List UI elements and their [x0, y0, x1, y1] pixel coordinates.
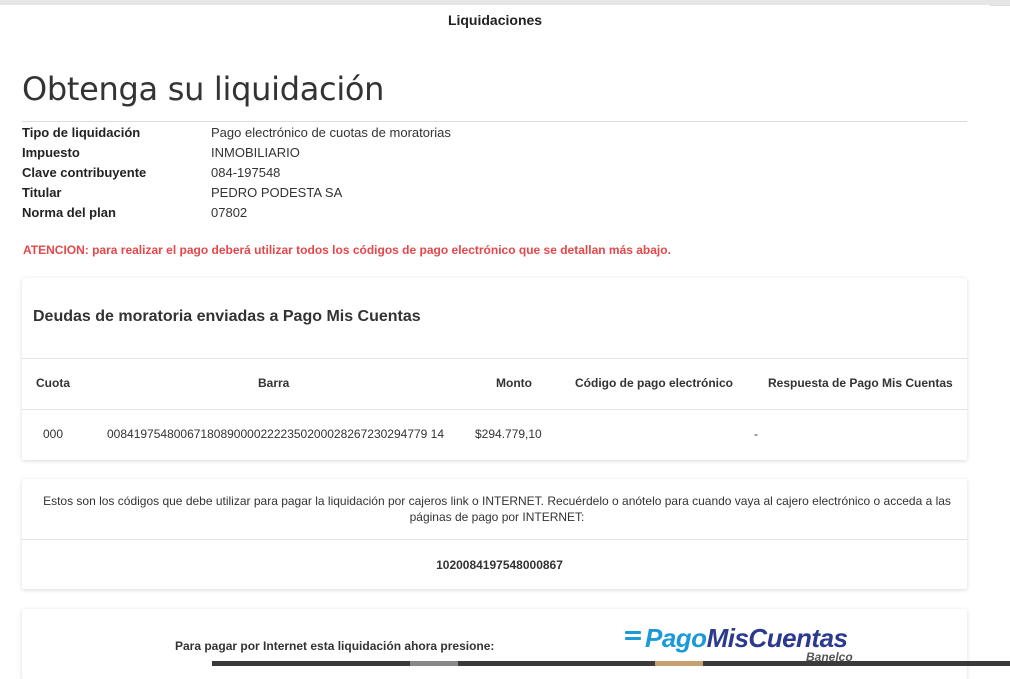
cell-respuesta: -: [754, 427, 758, 441]
info-label: Tipo de liquidación: [22, 125, 141, 140]
taskbar: [212, 661, 1010, 666]
column-header-respuesta: Respuesta de Pago Mis Cuentas: [768, 376, 953, 390]
info-value: 084-197548: [211, 165, 281, 180]
info-label: Titular: [22, 185, 62, 200]
column-header-cuota: Cuota: [36, 376, 70, 390]
taskbar-item[interactable]: [410, 661, 458, 666]
debts-card: Deudas de moratoria enviadas a Pago Mis …: [22, 278, 967, 460]
column-header-codigo: Código de pago electrónico: [575, 376, 734, 390]
warning-message: ATENCION: para realizar el pago deberá u…: [23, 243, 671, 257]
column-header-barra: Barra: [258, 376, 290, 390]
cell-barra: 0084197548006718089000022223502000282672…: [107, 427, 445, 441]
cell-cuota: 000: [43, 427, 64, 441]
payment-code: 1020084197548000867: [436, 558, 563, 572]
info-label: Clave contribuyente: [22, 165, 147, 180]
logo-lines-icon: [625, 631, 641, 647]
cell-monto: $294.779,10: [475, 427, 542, 441]
column-header-monto: Monto: [496, 376, 532, 390]
payment-card: Para pagar por Internet esta liquidación…: [22, 609, 967, 679]
table-divider: [22, 358, 967, 359]
codes-message: Estos son los códigos que debe utilizar …: [43, 494, 951, 524]
info-label: Norma del plan: [22, 205, 116, 220]
top-bar: Liquidaciones: [0, 0, 1010, 40]
page-title: Obtenga su liquidación: [22, 70, 385, 108]
logo-part1: Pago: [645, 623, 707, 653]
codes-divider: [22, 539, 967, 540]
taskbar-item[interactable]: [655, 661, 703, 666]
payment-prompt: Para pagar por Internet esta liquidación…: [175, 639, 495, 653]
logo-part2: MisCuentas: [706, 623, 848, 653]
info-value: INMOBILIARIO: [211, 145, 300, 160]
info-label: Impuesto: [22, 145, 80, 160]
window-title: Liquidaciones: [447, 12, 543, 28]
debts-title: Deudas de moratoria enviadas a Pago Mis …: [33, 308, 421, 325]
codes-card: Estos son los códigos que debe utilizar …: [22, 479, 967, 589]
info-value: Pago electrónico de cuotas de moratorias: [211, 125, 451, 140]
table-divider: [22, 409, 967, 410]
top-divider: [990, 5, 1010, 6]
info-value: 07802: [211, 205, 248, 220]
title-divider: [22, 121, 967, 122]
info-value: PEDRO PODESTA SA: [211, 185, 343, 200]
